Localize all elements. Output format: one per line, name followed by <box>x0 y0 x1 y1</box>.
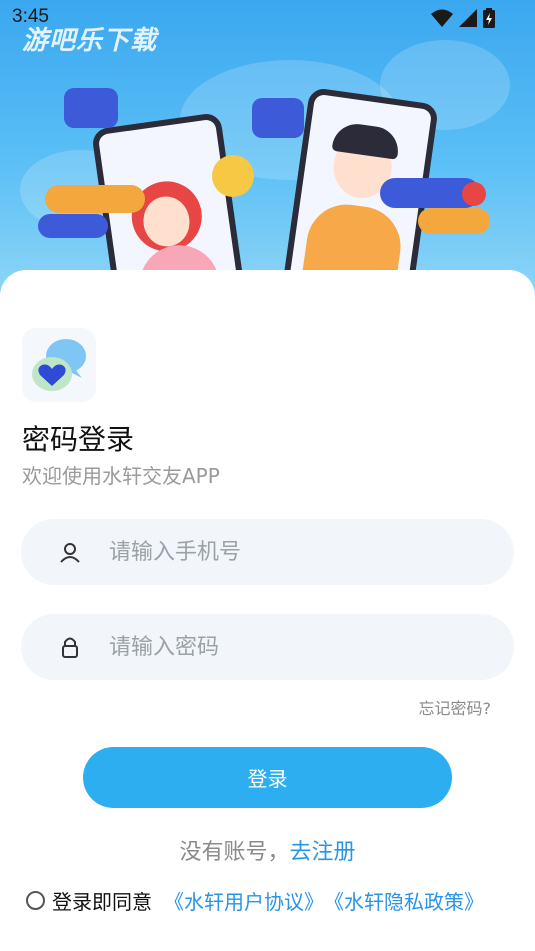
wifi-icon <box>431 9 453 27</box>
agreement-row: 登录即同意 《水轩用户协议》 《水轩隐私政策》 <box>26 886 484 915</box>
watermark-logo: 游吧乐下载 <box>22 26 158 56</box>
user-agreement-link[interactable]: 《水轩用户协议》 <box>164 886 324 915</box>
no-account-text: 没有账号， <box>179 840 290 865</box>
phone-input[interactable] <box>109 519 489 585</box>
phone-field[interactable] <box>21 519 514 585</box>
chat-bar-left <box>38 214 108 238</box>
status-icons <box>431 8 495 28</box>
chat-bar-left <box>45 185 145 213</box>
battery-icon <box>483 8 495 28</box>
password-field[interactable] <box>21 614 514 680</box>
user-icon <box>60 543 80 563</box>
agree-radio[interactable] <box>26 891 45 910</box>
chat-bubble-icon <box>252 98 304 138</box>
chat-bubble-icon <box>64 88 118 128</box>
login-button[interactable]: 登录 <box>83 747 452 808</box>
register-link[interactable]: 去注册 <box>290 840 356 865</box>
chat-bar-right <box>418 208 490 234</box>
emoji-icon <box>212 155 254 197</box>
chat-heart-icon <box>32 339 86 391</box>
password-input[interactable] <box>109 614 489 680</box>
page-title: 密码登录 <box>22 423 135 456</box>
forgot-password-link[interactable]: 忘记密码? <box>419 695 492 719</box>
privacy-policy-link[interactable]: 《水轩隐私政策》 <box>324 886 484 915</box>
heart-badge-icon <box>462 182 486 206</box>
hero-banner: 3:45 游吧乐下载 <box>0 0 535 300</box>
app-logo <box>22 328 96 402</box>
register-row: 没有账号，去注册 <box>0 834 535 866</box>
lock-icon <box>62 637 78 658</box>
page-subtitle: 欢迎使用水轩交友APP <box>22 464 220 488</box>
signal-icon <box>459 9 477 27</box>
agree-text: 登录即同意 <box>52 890 152 914</box>
